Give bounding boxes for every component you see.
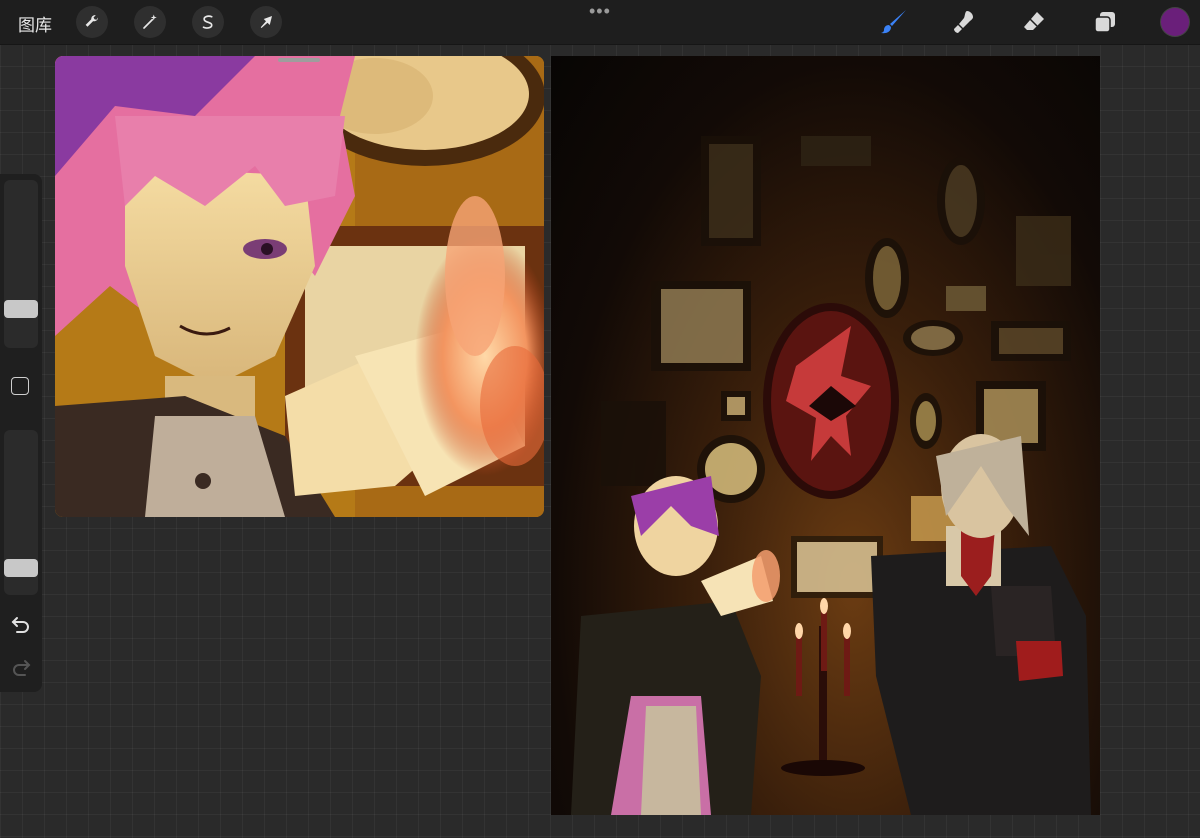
actions-button[interactable] xyxy=(76,6,108,38)
layers-tool[interactable] xyxy=(1090,7,1120,37)
opacity-thumb[interactable] xyxy=(4,559,38,577)
redo-icon[interactable] xyxy=(10,658,32,676)
brush-size-slider[interactable] xyxy=(4,180,38,348)
canvas-artwork-scene[interactable] xyxy=(551,56,1100,815)
transform-arrow-icon xyxy=(260,16,272,28)
eraser-tool[interactable] xyxy=(1019,7,1049,37)
layers-icon xyxy=(1094,12,1115,33)
wrench-icon xyxy=(85,15,99,27)
eraser-icon xyxy=(1024,12,1044,30)
transform-button[interactable] xyxy=(250,6,282,38)
opacity-slider[interactable] xyxy=(4,430,38,595)
magic-wand-icon xyxy=(143,14,157,29)
more-options-menu[interactable]: ••• xyxy=(589,2,611,20)
gallery-button[interactable]: 图库 xyxy=(18,11,52,36)
undo-icon[interactable] xyxy=(10,615,32,633)
modify-button[interactable] xyxy=(11,377,29,395)
closeup-illustration xyxy=(55,56,544,517)
brush-icon xyxy=(881,10,906,34)
scene-illustration xyxy=(571,136,1091,815)
smudge-tool[interactable] xyxy=(949,7,979,37)
smudge-icon xyxy=(954,11,973,33)
brush-tool[interactable] xyxy=(879,7,909,37)
left-sidebar xyxy=(0,174,42,692)
adjustments-button[interactable] xyxy=(134,6,166,38)
brush-size-thumb[interactable] xyxy=(4,300,38,318)
canvas-artwork-closeup[interactable] xyxy=(55,56,544,517)
color-picker-swatch[interactable] xyxy=(1161,8,1189,36)
selection-icon xyxy=(202,15,213,29)
canvas-drag-handle[interactable] xyxy=(278,58,320,62)
selection-button[interactable] xyxy=(192,6,224,38)
top-toolbar: 图库 ••• xyxy=(0,0,1200,45)
